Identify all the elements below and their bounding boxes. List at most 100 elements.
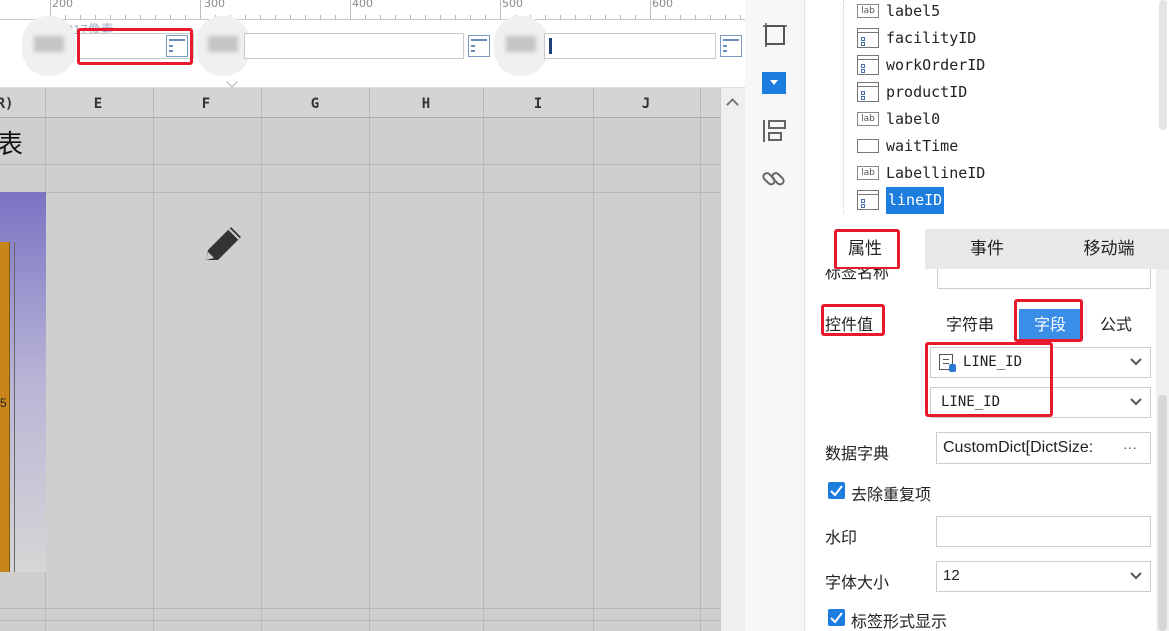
report-grid[interactable]: R) E F G H I J 表 5 [0, 88, 720, 631]
label-widget-icon: lab [857, 4, 879, 18]
ruler-tick [350, 0, 351, 19]
seg-formula[interactable]: 公式 [1085, 309, 1147, 341]
ruler-tick [245, 15, 246, 19]
label-widget-icon: lab [857, 166, 879, 180]
column-header[interactable]: F [202, 96, 210, 112]
column-header[interactable]: G [311, 96, 319, 112]
ruler-tick [305, 15, 306, 19]
blurred-label [494, 16, 548, 76]
highlight-tab [834, 229, 900, 270]
combo-dropdown-icon[interactable] [720, 35, 742, 57]
ruler-tick [365, 15, 366, 19]
chevron-down-icon[interactable] [1128, 568, 1144, 584]
ruler-tick [125, 15, 126, 19]
ruler-label-300: 300 [204, 0, 225, 10]
combo-widget-icon [857, 190, 879, 210]
ruler-tick [740, 15, 741, 19]
ruler-tick [710, 15, 711, 19]
ruler-tick [455, 15, 456, 19]
clipped-row: 标签名称 [805, 269, 1156, 291]
font-size-select[interactable]: 12 [936, 561, 1151, 592]
combo-widget-icon [857, 28, 879, 48]
combo-widget-icon [857, 55, 879, 75]
more-icon[interactable]: ··· [1123, 439, 1137, 455]
highlight-field-select [925, 342, 1053, 417]
ruler-tick [635, 15, 636, 19]
ruler-label-500: 500 [502, 0, 523, 10]
highlight-combo [77, 28, 193, 65]
chevron-down-icon[interactable] [1128, 354, 1144, 370]
column-header[interactable]: J [642, 96, 650, 112]
dedupe-checkbox[interactable] [828, 482, 845, 499]
ruler-tick [590, 15, 591, 19]
column-header[interactable]: H [422, 96, 430, 112]
font-size-label: 字体大小 [825, 573, 890, 592]
combo-widget[interactable] [244, 33, 464, 59]
watermark-input[interactable] [936, 516, 1151, 547]
ruler-tick [665, 15, 666, 19]
ruler-tick [500, 0, 501, 19]
text-widget-icon [857, 139, 879, 153]
title-cell-fragment: 表 [0, 130, 24, 160]
ruler-tick [200, 0, 201, 19]
blurred-label [22, 16, 76, 76]
ruler-tick [185, 15, 186, 19]
blurred-label [196, 16, 250, 76]
tab-mobile[interactable]: 移动端 [1049, 229, 1169, 269]
column-header[interactable]: E [94, 96, 102, 112]
ruler-tick [545, 15, 546, 19]
label-name-input[interactable] [937, 269, 1151, 289]
combo-widget[interactable] [544, 33, 716, 59]
chart-background: 5 [0, 192, 46, 572]
dropdown-widget-icon[interactable] [762, 72, 786, 94]
ruler-tick [260, 15, 261, 19]
ruler-label-600: 600 [652, 0, 673, 10]
ruler-tick [320, 15, 321, 19]
ruler-tick [575, 15, 576, 19]
ruler-tick [140, 15, 141, 19]
parameter-panel: 817像素 [0, 16, 745, 88]
ruler-tick [725, 15, 726, 19]
ruler-tick [440, 15, 441, 19]
label-widget-icon: lab [857, 112, 879, 126]
ruler-tick [605, 15, 606, 19]
ruler-tick [650, 0, 651, 19]
ruler-label-200: 200 [52, 0, 73, 10]
properties-panel: 标签名称 控件值 字符串 字段 公式 LINE_ID LINE_ID 数据字典 … [805, 269, 1156, 631]
ruler-tick [560, 15, 561, 19]
label-display-label: 标签形式显示 [851, 612, 948, 631]
combo-dropdown-icon[interactable] [468, 35, 490, 57]
label-display-checkbox[interactable] [828, 609, 845, 626]
tab-events[interactable]: 事件 [927, 229, 1047, 269]
chevron-down-icon[interactable] [226, 76, 238, 88]
ruler-tick [485, 15, 486, 19]
data-dict-input[interactable]: CustomDict[DictSize: [936, 432, 1151, 464]
properties-scrollbar[interactable] [1156, 269, 1169, 631]
widget-tree: lab label5 facilityID workOrderID product… [805, 0, 1169, 214]
ruler-tick [425, 15, 426, 19]
ruler-tick [170, 15, 171, 19]
ruler-tick [470, 15, 471, 19]
seg-string[interactable]: 字符串 [936, 309, 1004, 341]
link-icon[interactable] [761, 166, 787, 192]
side-toolbar [745, 0, 805, 631]
column-header-row: R) E F G H I J [0, 88, 720, 118]
watermark-label: 水印 [825, 528, 858, 547]
scroll-up-icon[interactable] [726, 98, 739, 111]
combo-widget-icon [857, 82, 879, 102]
data-dict-label: 数据字典 [825, 444, 890, 463]
ruler-tick [410, 15, 411, 19]
column-header[interactable]: I [534, 96, 542, 112]
property-tabs: 属性 事件 移动端 [805, 229, 1169, 270]
ruler-tick [290, 15, 291, 19]
column-header[interactable]: R) [0, 96, 13, 112]
frame-icon[interactable] [762, 22, 788, 48]
layout-icon[interactable] [761, 118, 789, 144]
ruler-tick [275, 15, 276, 19]
chevron-down-icon[interactable] [1128, 394, 1144, 410]
highlight-label [821, 304, 885, 336]
tree-scrollbar[interactable] [1159, 0, 1167, 130]
ruler-tick [680, 15, 681, 19]
label-name-label: 标签名称 [825, 269, 890, 282]
grid-vertical-scrollbar[interactable] [720, 88, 745, 631]
